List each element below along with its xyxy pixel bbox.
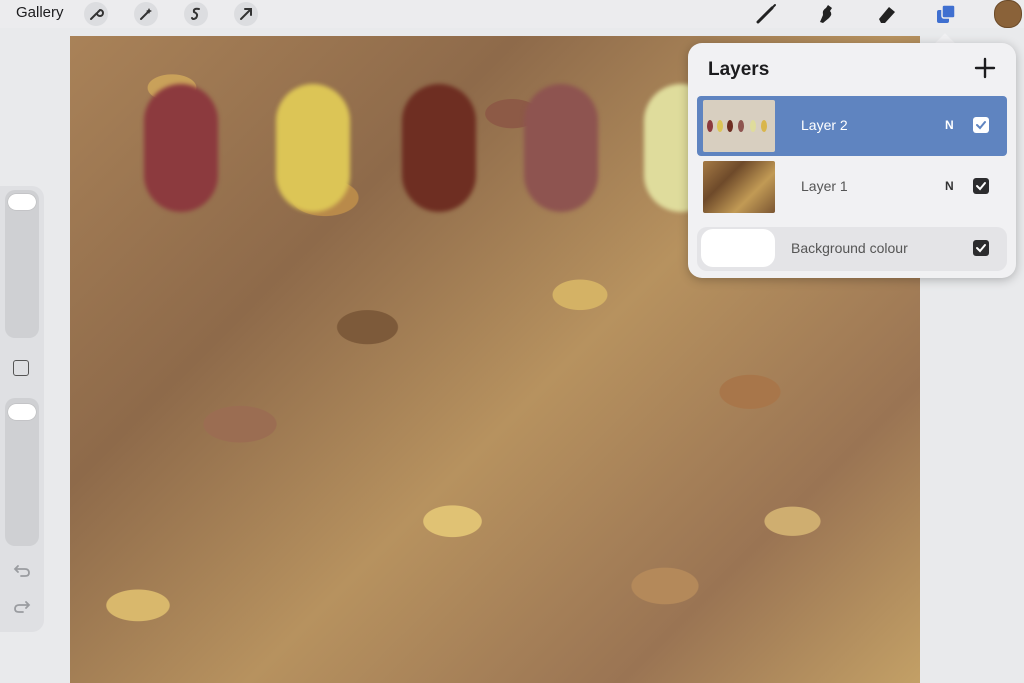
color-swatch-blob: [144, 84, 218, 212]
eraser-icon[interactable]: [872, 1, 900, 27]
top-toolbar: Gallery: [0, 0, 1024, 28]
layer-row-layer-1[interactable]: Layer 1 N: [697, 157, 1007, 217]
plus-icon[interactable]: [974, 57, 996, 79]
layer-visibility-checkbox[interactable]: [973, 117, 989, 133]
redo-icon[interactable]: [12, 600, 32, 616]
layer-thumbnail: [703, 161, 775, 213]
modify-square-icon[interactable]: [13, 360, 29, 376]
layer-name: Layer 2: [801, 117, 848, 133]
wrench-icon[interactable]: [84, 2, 108, 26]
background-label: Background colour: [791, 240, 908, 256]
selection-icon[interactable]: [184, 2, 208, 26]
transform-arrow-icon[interactable]: [234, 2, 258, 26]
color-swatch-blob: [402, 84, 476, 212]
left-sidebar: [0, 186, 44, 632]
background-colour-row[interactable]: Background colour: [697, 227, 1007, 271]
layer-thumbnail: [703, 100, 775, 152]
layers-icon[interactable]: [932, 1, 960, 27]
opacity-slider[interactable]: [5, 398, 39, 546]
layer-name: Layer 1: [801, 178, 848, 194]
magic-wand-icon[interactable]: [134, 2, 158, 26]
blend-mode-button[interactable]: N: [945, 118, 954, 132]
layers-panel: Layers Layer 2 N Layer 1 N Background co…: [688, 43, 1016, 278]
brush-icon[interactable]: [752, 1, 780, 27]
opacity-knob[interactable]: [8, 404, 36, 420]
background-color-swatch[interactable]: [701, 229, 775, 267]
brush-size-slider[interactable]: [5, 190, 39, 338]
undo-icon[interactable]: [12, 564, 32, 580]
smudge-icon[interactable]: [812, 1, 840, 27]
layers-title: Layers: [708, 59, 770, 80]
brush-size-knob[interactable]: [8, 194, 36, 210]
layer-row-layer-2[interactable]: Layer 2 N: [697, 96, 1007, 156]
blend-mode-button[interactable]: N: [945, 179, 954, 193]
gallery-button[interactable]: Gallery: [16, 4, 64, 21]
layer-visibility-checkbox[interactable]: [973, 178, 989, 194]
color-swatch-blob: [276, 84, 350, 212]
current-color-swatch[interactable]: [994, 0, 1022, 28]
color-swatch-blob: [524, 84, 598, 212]
background-visibility-checkbox[interactable]: [973, 240, 989, 256]
